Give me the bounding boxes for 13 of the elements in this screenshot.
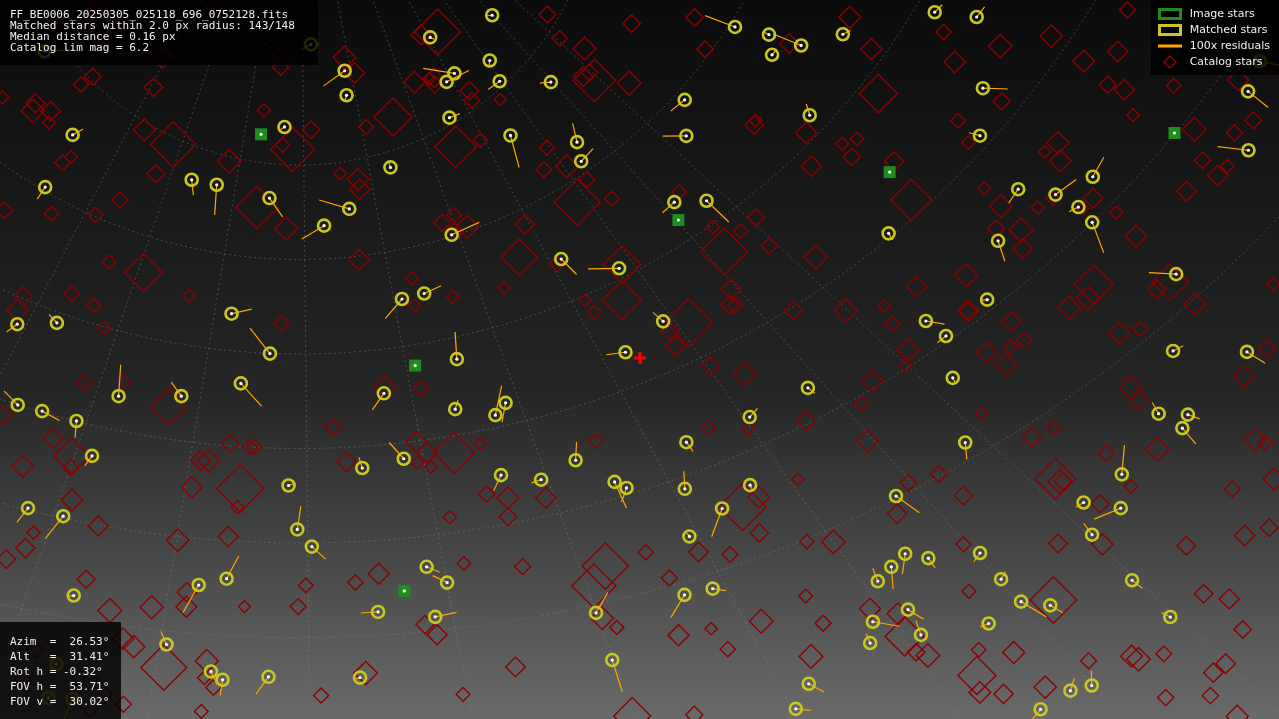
info-text: Matched stars within 2.0 px radius: 143/148 [10, 20, 296, 31]
pointing-text: FOV v = 30.02° [10, 694, 111, 709]
pointing-text: FOV h = 53.71° [10, 679, 111, 694]
legend-label: Catalog stars [1189, 55, 1263, 68]
legend-label: Matched stars [1189, 23, 1268, 36]
legend-label: Image stars [1189, 7, 1255, 20]
info-text: FF_BE0006_20250305_025118_696_0752128.fits [10, 9, 290, 20]
info-text: Catalog lim mag = 6.2 [10, 42, 151, 53]
pointing-text: Rot h = -0.32° [10, 664, 104, 679]
pointing-text: Alt = 31.41° [10, 649, 111, 664]
pointing-text: Azim = 26.53° [10, 634, 111, 649]
legend-label: 100x residuals [1189, 39, 1270, 52]
info-text: Median distance = 0.16 px [10, 31, 176, 42]
